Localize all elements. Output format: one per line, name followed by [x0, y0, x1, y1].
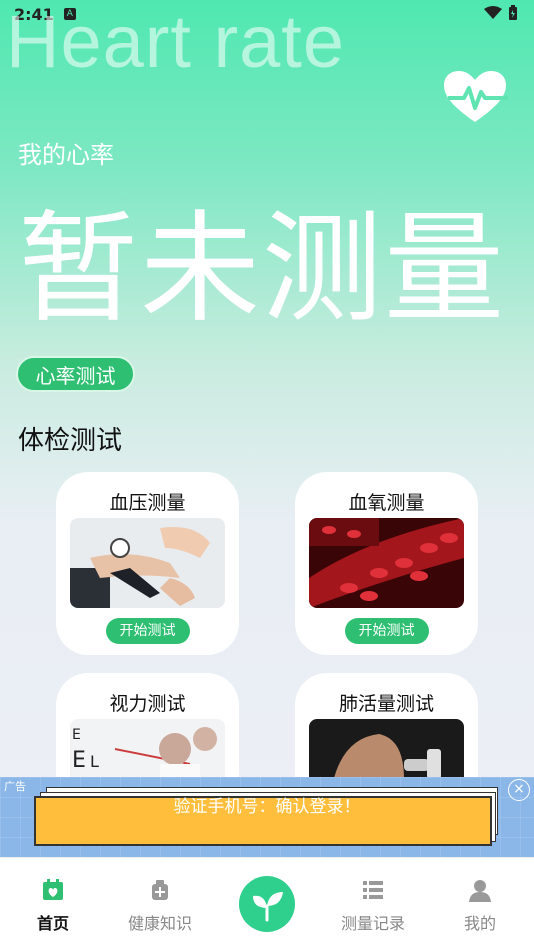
nav-item-health-knowledge[interactable]: 健康知识 — [115, 878, 205, 934]
svg-text:L: L — [90, 752, 99, 771]
nav-item-measurement-records[interactable]: 测量记录 — [328, 878, 418, 934]
ad-text: 验证手机号：确认登录！ — [173, 797, 361, 817]
start-test-button[interactable]: 开始测试 — [105, 618, 190, 644]
blood-cells-image — [309, 518, 464, 608]
nav-label: 我的 — [463, 914, 496, 933]
leaf-icon — [253, 892, 283, 922]
section-title: 体检测试 — [18, 426, 123, 456]
nav-item-home[interactable]: 首页 — [8, 878, 98, 934]
medicine-kit-icon — [152, 880, 168, 900]
card-blood-oxygen[interactable]: 血氧测量 开始测试 — [295, 472, 478, 655]
heart-rate-test-button[interactable]: 心率测试 — [16, 356, 135, 392]
card-title: 血氧测量 — [348, 492, 425, 514]
card-title: 肺活量测试 — [338, 693, 434, 715]
nav-label: 首页 — [36, 914, 69, 933]
header-background-title: Heart rate — [6, 0, 346, 83]
user-icon — [469, 880, 491, 902]
blood-pressure-image — [70, 518, 225, 608]
nav-item-center[interactable] — [239, 876, 295, 932]
svg-text:E: E — [72, 748, 86, 773]
bottom-nav: 首页 健康知识 健康 测量记录 我的 — [0, 857, 534, 950]
card-title: 视力测试 — [109, 693, 186, 715]
battery-icon — [509, 5, 517, 20]
nav-item-profile[interactable]: 我的 — [435, 878, 525, 934]
heart-pulse-icon — [444, 71, 508, 122]
measurement-status: 暂未测量 — [18, 200, 506, 339]
list-icon — [363, 881, 383, 899]
card-title: 血压测量 — [109, 492, 186, 514]
nav-label: 健康知识 — [127, 914, 192, 933]
card-blood-pressure[interactable]: 血压测量 开始测试 — [56, 472, 239, 655]
nav-label: 测量记录 — [340, 914, 405, 933]
my-heart-rate-label: 我的心率 — [18, 141, 114, 169]
start-test-button[interactable]: 开始测试 — [344, 618, 429, 644]
wifi-icon — [484, 6, 502, 19]
calendar-heart-icon — [43, 879, 63, 900]
svg-text:E: E — [72, 727, 81, 743]
